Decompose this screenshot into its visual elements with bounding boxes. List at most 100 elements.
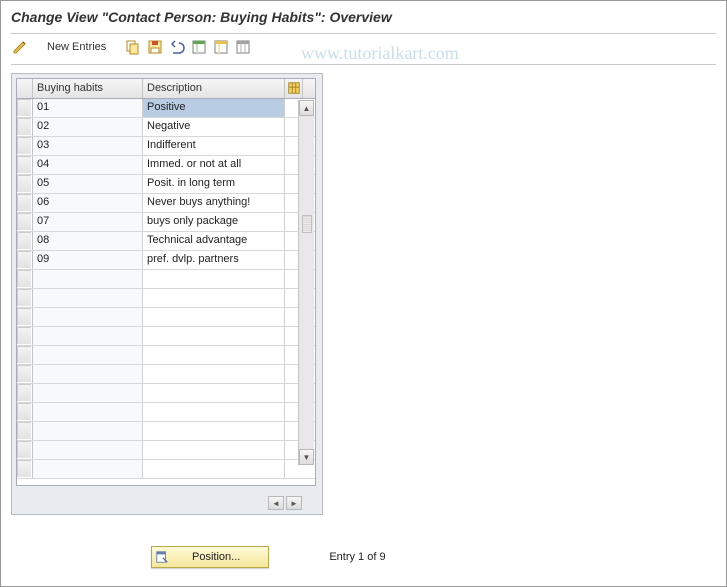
save-icon[interactable] (146, 38, 164, 56)
cell-code[interactable]: 07 (33, 213, 143, 231)
scroll-down-icon[interactable]: ▼ (299, 449, 314, 465)
row-selector[interactable] (17, 251, 33, 269)
table-config-icon[interactable] (285, 79, 303, 98)
table-settings-icon[interactable] (234, 38, 252, 56)
row-selector[interactable] (17, 327, 33, 345)
table-row: 01Positive (17, 99, 315, 118)
cell-description[interactable] (143, 365, 285, 383)
position-button[interactable]: Position... (151, 546, 269, 568)
row-selector[interactable] (17, 308, 33, 326)
cell-description[interactable] (143, 460, 285, 478)
scroll-right-icon[interactable]: ► (286, 496, 302, 510)
cell-code[interactable]: 03 (33, 137, 143, 155)
row-selector[interactable] (17, 213, 33, 231)
table-row (17, 270, 315, 289)
row-selector[interactable] (17, 441, 33, 459)
cell-description[interactable] (143, 289, 285, 307)
cell-code[interactable]: 06 (33, 194, 143, 212)
table-row (17, 289, 315, 308)
vertical-scrollbar[interactable]: ▲ ▼ (298, 100, 314, 465)
table-row (17, 308, 315, 327)
row-selector[interactable] (17, 175, 33, 193)
cell-description[interactable] (143, 327, 285, 345)
cell-code[interactable] (33, 460, 143, 478)
table-panel: Buying habits Description 01Positive02Ne… (11, 73, 323, 515)
cell-description[interactable]: buys only package (143, 213, 285, 231)
select-column-header[interactable] (17, 79, 33, 98)
table-row: 09pref. dvlp. partners (17, 251, 315, 270)
column-header-code[interactable]: Buying habits (33, 79, 143, 98)
table-row: 08Technical advantage (17, 232, 315, 251)
cell-description[interactable] (143, 441, 285, 459)
cell-description[interactable]: Never buys anything! (143, 194, 285, 212)
undo-icon[interactable] (168, 38, 186, 56)
cell-code[interactable] (33, 346, 143, 364)
select-all-icon[interactable] (190, 38, 208, 56)
cell-description[interactable]: Negative (143, 118, 285, 136)
cell-description[interactable] (143, 270, 285, 288)
horizontal-scrollbar[interactable]: ◄ ► (268, 496, 302, 510)
cell-code[interactable]: 05 (33, 175, 143, 193)
table-row (17, 365, 315, 384)
cell-code[interactable] (33, 365, 143, 383)
scroll-track[interactable] (299, 116, 314, 449)
row-selector[interactable] (17, 460, 33, 478)
scroll-left-icon[interactable]: ◄ (268, 496, 284, 510)
cell-code[interactable]: 02 (33, 118, 143, 136)
column-header-description[interactable]: Description (143, 79, 285, 98)
row-selector[interactable] (17, 118, 33, 136)
cell-description[interactable]: Positive (143, 99, 285, 117)
cell-description[interactable] (143, 384, 285, 402)
cell-code[interactable] (33, 270, 143, 288)
cell-description[interactable]: Posit. in long term (143, 175, 285, 193)
table-header: Buying habits Description (17, 79, 315, 99)
position-icon (152, 550, 172, 564)
cell-code[interactable] (33, 384, 143, 402)
table-row: 04Immed. or not at all (17, 156, 315, 175)
table-row (17, 460, 315, 479)
table-row (17, 327, 315, 346)
cell-description[interactable]: Technical advantage (143, 232, 285, 250)
cell-code[interactable] (33, 403, 143, 421)
row-selector[interactable] (17, 137, 33, 155)
row-selector[interactable] (17, 270, 33, 288)
scroll-thumb[interactable] (302, 215, 312, 233)
row-selector[interactable] (17, 289, 33, 307)
cell-description[interactable] (143, 346, 285, 364)
row-selector[interactable] (17, 365, 33, 383)
cell-code[interactable] (33, 441, 143, 459)
cell-code[interactable]: 09 (33, 251, 143, 269)
page-title: Change View "Contact Person: Buying Habi… (1, 1, 726, 31)
row-selector[interactable] (17, 156, 33, 174)
cell-code[interactable] (33, 327, 143, 345)
cell-description[interactable] (143, 308, 285, 326)
row-selector[interactable] (17, 422, 33, 440)
copy-icon[interactable] (124, 38, 142, 56)
row-selector[interactable] (17, 403, 33, 421)
cell-code[interactable] (33, 422, 143, 440)
cell-description[interactable]: pref. dvlp. partners (143, 251, 285, 269)
table-row (17, 422, 315, 441)
toggle-display-icon[interactable] (11, 38, 29, 56)
row-selector[interactable] (17, 232, 33, 250)
footer: Position... Entry 1 of 9 (1, 546, 726, 568)
table-row (17, 403, 315, 422)
cell-code[interactable] (33, 308, 143, 326)
row-selector[interactable] (17, 194, 33, 212)
row-selector[interactable] (17, 384, 33, 402)
cell-description[interactable]: Immed. or not at all (143, 156, 285, 174)
row-selector[interactable] (17, 346, 33, 364)
cell-description[interactable] (143, 403, 285, 421)
cell-description[interactable]: Indifferent (143, 137, 285, 155)
deselect-all-icon[interactable] (212, 38, 230, 56)
new-entries-button[interactable]: New Entries (41, 39, 112, 55)
row-selector[interactable] (17, 99, 33, 117)
cell-description[interactable] (143, 422, 285, 440)
table-row: 03Indifferent (17, 137, 315, 156)
cell-code[interactable] (33, 289, 143, 307)
scroll-up-icon[interactable]: ▲ (299, 100, 314, 116)
table-row: 06Never buys anything! (17, 194, 315, 213)
cell-code[interactable]: 08 (33, 232, 143, 250)
cell-code[interactable]: 01 (33, 99, 143, 117)
cell-code[interactable]: 04 (33, 156, 143, 174)
